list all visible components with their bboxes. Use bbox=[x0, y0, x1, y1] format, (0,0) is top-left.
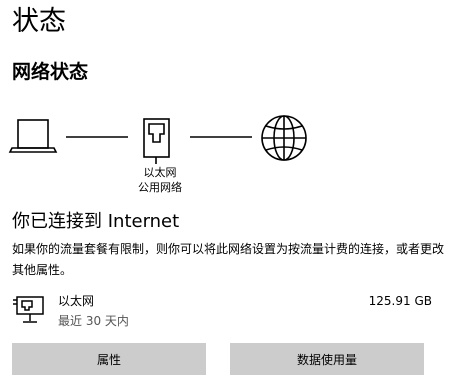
network-diagram bbox=[8, 115, 307, 164]
ethernet-port-icon bbox=[143, 118, 170, 164]
ethernet-adapter-icon bbox=[13, 296, 44, 323]
adapter-row: 以太网 最近 30 天内 125.91 GB bbox=[12, 290, 432, 334]
adapter-period: 最近 30 天内 bbox=[58, 314, 129, 328]
connection-status-description: 如果你的流量套餐有限制，则你可以将此网络设置为按流量计费的连接，或者更改其他属性… bbox=[12, 242, 445, 277]
ethernet-device-caption: 以太网 公用网络 bbox=[120, 165, 200, 195]
connection-name: 以太网 bbox=[143, 166, 177, 179]
adapter-name: 以太网 bbox=[58, 294, 95, 308]
globe-icon bbox=[261, 115, 307, 161]
data-usage-button[interactable]: 数据使用量 bbox=[230, 343, 424, 375]
page-title: 状态 bbox=[12, 6, 66, 37]
network-profile: 公用网络 bbox=[138, 181, 182, 194]
network-status-title: 网络状态 bbox=[12, 61, 89, 83]
adapter-data-usage: 125.91 GB bbox=[368, 294, 432, 308]
laptop-icon bbox=[8, 119, 58, 153]
properties-button[interactable]: 属性 bbox=[12, 343, 206, 375]
connection-status-heading: 你已连接到 Internet bbox=[12, 211, 180, 232]
